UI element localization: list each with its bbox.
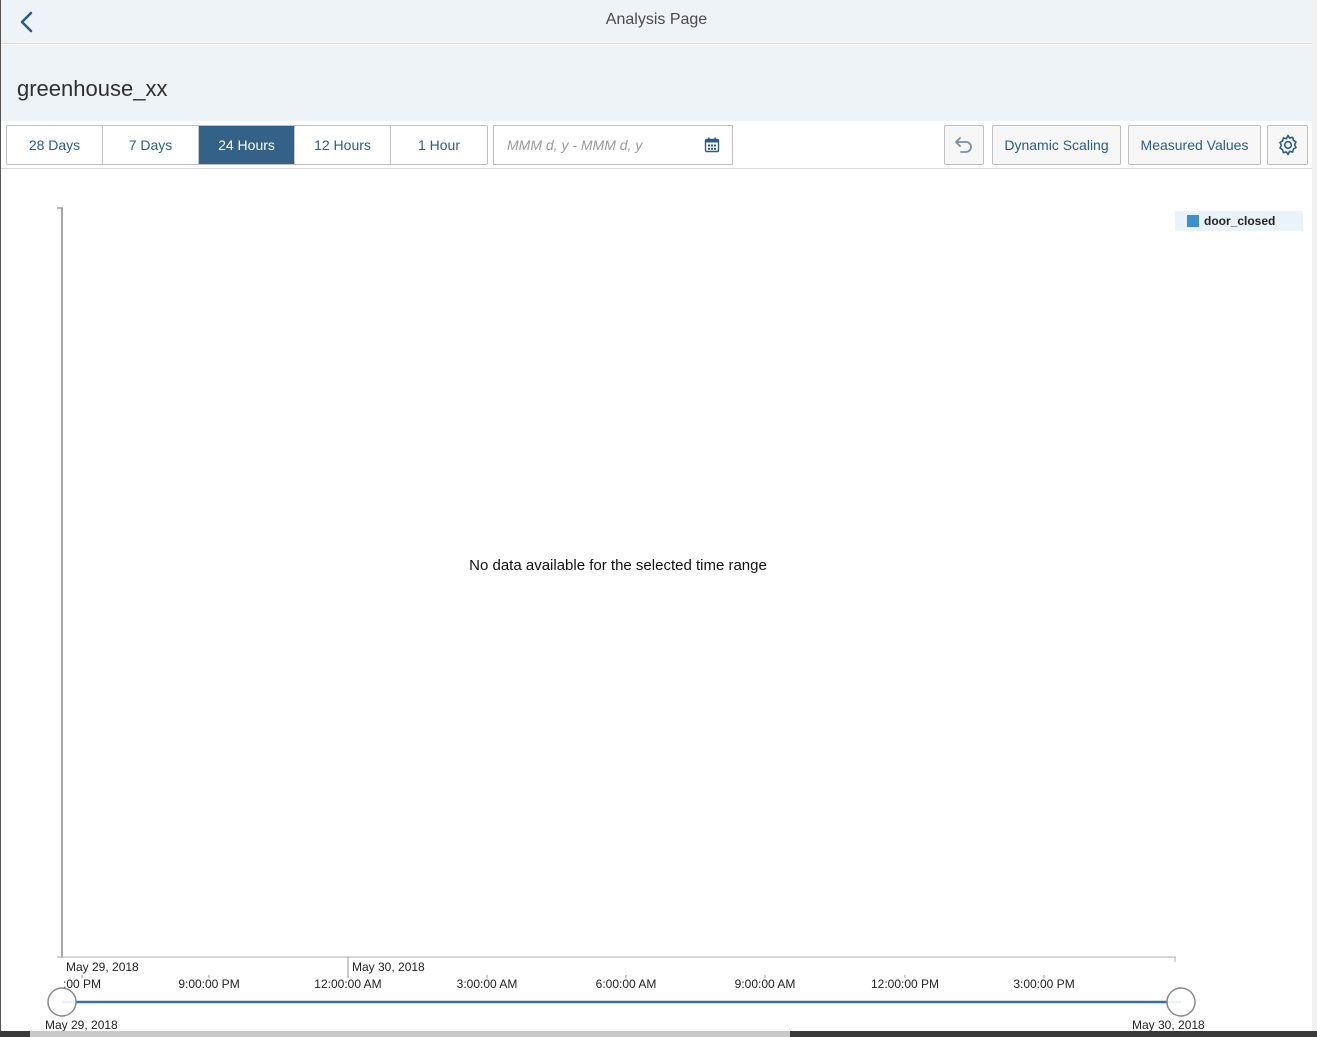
shell-header: Analysis Page bbox=[1, 0, 1312, 44]
chart-area: door_closed No data available for the se… bbox=[1, 170, 1312, 1031]
toolbar: 28 Days 7 Days 24 Hours 12 Hours 1 Hour bbox=[1, 121, 1312, 169]
object-title: greenhouse_xx bbox=[17, 76, 168, 101]
x-axis-time-label: 12:00:00 AM bbox=[314, 977, 381, 991]
x-axis-time-label: 3:00:00 AM bbox=[457, 977, 518, 991]
x-axis-time-label: 6:00:00 AM bbox=[596, 977, 657, 991]
date-range-input[interactable] bbox=[494, 126, 694, 164]
range-24-hours-button[interactable]: 24 Hours bbox=[199, 126, 295, 164]
date-range-picker bbox=[493, 125, 733, 165]
gear-icon bbox=[1278, 134, 1297, 156]
time-range-segmented-control: 28 Days 7 Days 24 Hours 12 Hours 1 Hour bbox=[6, 125, 488, 165]
calendar-icon[interactable] bbox=[704, 137, 720, 153]
x-axis-time-label: 3:00:00 PM bbox=[1013, 977, 1074, 991]
slider-start-label: May 29, 2018 bbox=[45, 1018, 118, 1031]
undo-icon bbox=[955, 137, 972, 153]
date-label-start: May 29, 2018 bbox=[66, 960, 139, 974]
x-axis-time-label: 9:00:00 PM bbox=[178, 977, 239, 991]
range-12-hours-button[interactable]: 12 Hours bbox=[295, 126, 391, 164]
app-window: Analysis Page greenhouse_xx 28 Days 7 Da… bbox=[1, 0, 1312, 1031]
page-title: Analysis Page bbox=[605, 11, 708, 28]
range-slider-start-handle[interactable] bbox=[47, 987, 77, 1017]
range-28-days-button[interactable]: 28 Days bbox=[7, 126, 103, 164]
range-slider-end-handle[interactable] bbox=[1166, 987, 1196, 1017]
slider-end-label: May 30, 2018 bbox=[1132, 1018, 1205, 1031]
undo-zoom-button[interactable] bbox=[944, 125, 984, 165]
measured-values-button[interactable]: Measured Values bbox=[1128, 125, 1261, 165]
dock-edge bbox=[0, 1031, 1317, 1037]
adjacent-window-edge bbox=[1312, 0, 1317, 1037]
chart-axes: May 29, 2018 May 30, 2018 :00 PM 9:00:00 … bbox=[45, 207, 1205, 1031]
x-axis-time-label: 12:00:00 PM bbox=[871, 977, 939, 991]
settings-button[interactable] bbox=[1267, 125, 1308, 165]
date-label-next: May 30, 2018 bbox=[352, 960, 425, 974]
x-axis-time-label: 9:00:00 AM bbox=[735, 977, 796, 991]
range-1-hour-button[interactable]: 1 Hour bbox=[391, 126, 487, 164]
dynamic-scaling-button[interactable]: Dynamic Scaling bbox=[992, 125, 1121, 165]
range-7-days-button[interactable]: 7 Days bbox=[103, 126, 199, 164]
object-header: greenhouse_xx bbox=[1, 45, 1312, 121]
